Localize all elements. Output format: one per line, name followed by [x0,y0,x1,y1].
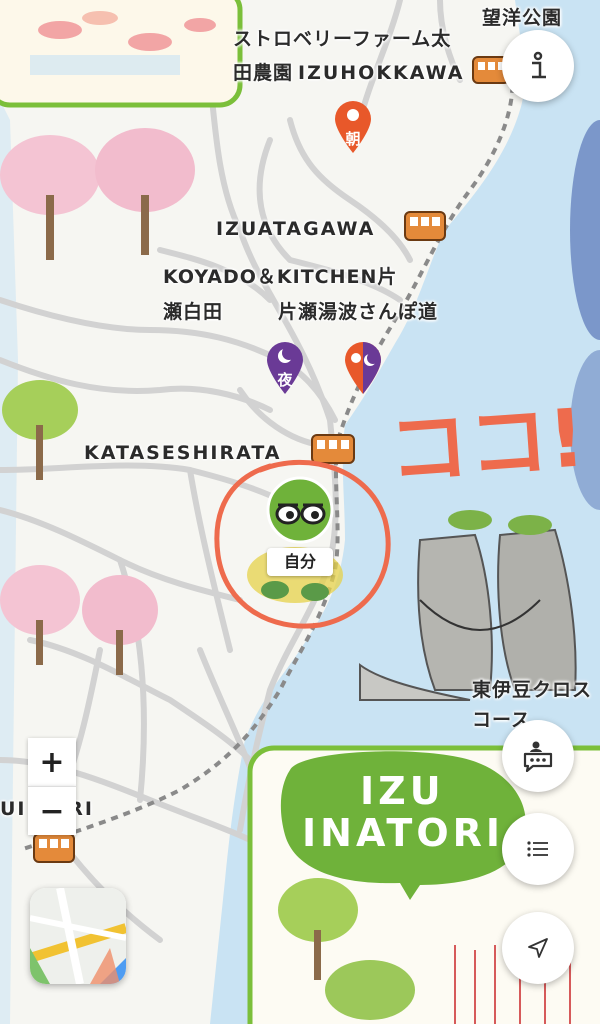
chat-button[interactable] [502,720,574,792]
label-katase-walk: 片瀬湯波さんぽ道 [278,301,439,323]
self-marker-label: 自分 [267,548,333,576]
station-icon-inatori[interactable] [33,833,75,863]
info-icon [532,51,546,79]
label-izuatagawa: IZUATAGAWA [216,218,376,240]
station-icon-kataseshirata[interactable] [311,434,355,464]
chat-bubble-icon [523,741,553,772]
pin-night[interactable]: 夜 [265,342,305,396]
list-button[interactable] [502,813,574,885]
label-strawberry-farm-2: 田農園 [233,62,294,84]
pin-morning-night[interactable] [343,342,383,396]
inatori-banner-line2: INATORI [302,811,505,855]
station-icon-izuatagawa[interactable] [404,211,446,241]
list-icon [527,841,548,857]
pin-night-label: 夜 [277,371,293,389]
label-izuhokkawa: IZUHOKKAWA [298,62,465,84]
navigation-arrow-icon [528,938,548,958]
map-style-button[interactable] [30,888,126,984]
locate-button[interactable] [502,912,574,984]
pin-morning[interactable]: 朝 [333,101,373,155]
label-kataseshirata: KATASESHIRATA [84,442,282,464]
info-button[interactable] [502,30,574,102]
annotation-here-text: ココ! [385,391,588,498]
beach-illustration-frame [0,0,243,108]
label-koyado-kitchen-2: 瀬白田 [163,301,224,323]
label-koyado-kitchen-1: KOYADO＆KITCHEN片 [163,266,398,288]
label-boyo-park: 望洋公園 [482,7,563,29]
zoom-in-button[interactable]: + [28,738,76,786]
pin-morning-label: 朝 [345,130,361,148]
map-thumbnail-icon [30,888,126,984]
label-strawberry-farm-1: ストロベリーファーム太 [233,28,452,50]
label-cross-course-1: 東伊豆クロス [472,679,593,701]
zoom-out-button[interactable]: − [28,786,76,835]
inatori-banner-line1: IZU [360,769,445,813]
